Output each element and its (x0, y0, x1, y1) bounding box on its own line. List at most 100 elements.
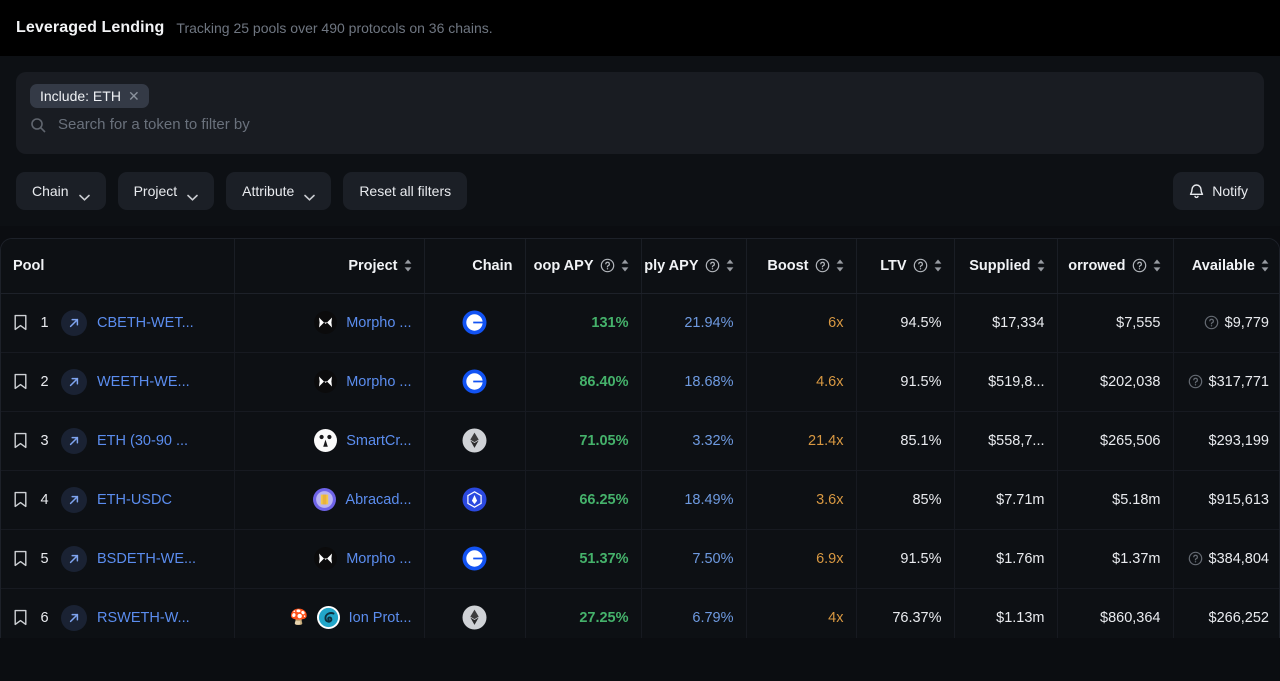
sort-icon[interactable] (934, 259, 942, 272)
sort-icon[interactable] (726, 259, 734, 272)
cell-project[interactable]: Abracad... (234, 470, 425, 530)
cell-pool[interactable]: 5 BSDETH-WE... (1, 529, 235, 589)
cell-available: $293,199 (1173, 411, 1279, 471)
table-row[interactable]: 3 ETH (30-90 ... SmartCr... 71.05% 3.32% 21.4… (1, 411, 1279, 471)
chain-filter-button[interactable]: Chain (16, 172, 106, 210)
search-input[interactable] (58, 116, 1250, 133)
pool-name-link[interactable]: CBETH-WET... (97, 315, 194, 331)
reset-all-filters-label: Reset all filters (359, 183, 452, 199)
help-icon[interactable] (1132, 258, 1147, 273)
project-name-link[interactable]: Morpho ... (346, 315, 411, 331)
pool-name-link[interactable]: WEETH-WE... (97, 374, 190, 390)
cell-ltv: 85% (856, 470, 955, 530)
column-header-chain[interactable]: Chain (424, 239, 526, 294)
table-row[interactable]: 5 BSDETH-WE... Morpho ... 51.37% 7.50% 6.9x 91… (1, 529, 1279, 589)
column-header-pool-label: Pool (13, 257, 45, 274)
column-header-supply-apy[interactable]: ply APY (641, 239, 747, 294)
chain-logo-icon (462, 605, 487, 630)
available-value: $384,804 (1208, 550, 1269, 567)
column-header-borrowed[interactable]: orrowed (1057, 239, 1174, 294)
cell-supplied: $17,334 (954, 293, 1058, 353)
sort-icon[interactable] (836, 259, 844, 272)
pool-name-link[interactable]: RSWETH-W... (97, 610, 190, 626)
column-header-available[interactable]: Available (1173, 239, 1279, 294)
cell-project[interactable]: Morpho ... (234, 293, 425, 353)
cell-borrowed: $265,506 (1057, 411, 1174, 471)
chevron-down-icon (304, 188, 316, 201)
cell-supply-apy: 3.32% (641, 411, 747, 471)
help-icon[interactable] (1188, 374, 1203, 389)
cell-borrowed: $1.37m (1057, 529, 1174, 589)
column-header-supplied[interactable]: Supplied (954, 239, 1058, 294)
table-row[interactable]: 2 WEETH-WE... Morpho ... 86.40% 18.68% 4.6x 91… (1, 352, 1279, 412)
cell-project[interactable]: SmartCr... (234, 411, 425, 471)
bookmark-icon[interactable] (13, 373, 28, 390)
cell-project[interactable]: 🍄 Ion Prot... (234, 588, 425, 638)
cell-pool[interactable]: 1 CBETH-WET... (1, 293, 235, 353)
column-header-borrowed-label: orrowed (1068, 257, 1126, 274)
column-header-supplied-label: Supplied (969, 257, 1031, 274)
column-header-project[interactable]: Project (234, 239, 425, 294)
pool-name-link[interactable]: ETH (30-90 ... (97, 433, 188, 449)
external-link-icon[interactable] (61, 309, 87, 336)
filter-chip-label: Include: ETH (40, 88, 121, 104)
table-row[interactable]: 6 RSWETH-W... 🍄 Ion Prot... 27.25% 6.79% 4x 76.… (1, 588, 1279, 638)
column-header-ltv[interactable]: LTV (856, 239, 955, 294)
external-link-icon[interactable] (61, 368, 87, 395)
close-icon[interactable]: ✕ (128, 89, 140, 103)
cell-pool[interactable]: 6 RSWETH-W... (1, 588, 235, 638)
help-icon[interactable] (1204, 315, 1219, 330)
external-link-icon[interactable] (61, 486, 87, 513)
project-filter-button[interactable]: Project (117, 172, 215, 210)
column-header-pool[interactable]: Pool (1, 239, 235, 294)
attribute-filter-button[interactable]: Attribute (226, 172, 332, 210)
cell-supplied: $1.76m (954, 529, 1058, 589)
cell-borrowed: $860,364 (1057, 588, 1174, 638)
help-icon[interactable] (705, 258, 720, 273)
pool-name-link[interactable]: ETH-USDC (97, 492, 172, 508)
bookmark-icon[interactable] (13, 432, 28, 449)
cell-chain (424, 352, 526, 412)
bookmark-icon[interactable] (13, 550, 28, 567)
filter-toolbar: Chain Project Attribute Reset all filter… (16, 172, 1264, 210)
sort-icon[interactable] (1261, 259, 1269, 272)
pool-name-link[interactable]: BSDETH-WE... (97, 551, 196, 567)
sort-icon[interactable] (621, 259, 629, 272)
help-icon[interactable] (913, 258, 928, 273)
external-link-icon[interactable] (61, 545, 87, 572)
help-icon[interactable] (815, 258, 830, 273)
filter-chip-include-eth[interactable]: Include: ETH ✕ (30, 84, 149, 108)
notify-button[interactable]: Notify (1173, 172, 1264, 210)
cell-available: $266,252 (1173, 588, 1279, 638)
cell-pool[interactable]: 2 WEETH-WE... (1, 352, 235, 412)
cell-project[interactable]: Morpho ... (234, 529, 425, 589)
help-icon[interactable] (1188, 551, 1203, 566)
column-header-loop-apy[interactable]: oop APY (525, 239, 642, 294)
pools-table-container[interactable]: Pool Project Chain oop APY ply APY Boost… (0, 238, 1280, 638)
external-link-icon[interactable] (61, 427, 87, 454)
filter-panel: Include: ETH ✕ Chain Project (0, 56, 1280, 226)
reset-all-filters-button[interactable]: Reset all filters (343, 172, 468, 210)
help-icon[interactable] (600, 258, 615, 273)
cell-pool[interactable]: 3 ETH (30-90 ... (1, 411, 235, 471)
sort-icon[interactable] (1037, 259, 1045, 272)
project-name-link[interactable]: SmartCr... (346, 433, 411, 449)
bookmark-icon[interactable] (13, 491, 28, 508)
table-row[interactable]: 4 ETH-USDC Abracad... 66.25% 18.49% 3.6x 85% $7… (1, 470, 1279, 530)
cell-pool[interactable]: 4 ETH-USDC (1, 470, 235, 530)
bookmark-icon[interactable] (13, 314, 28, 331)
table-row[interactable]: 1 CBETH-WET... Morpho ... 131% 21.94% 6x 94.5%… (1, 293, 1279, 353)
bookmark-icon[interactable] (13, 609, 28, 626)
cell-boost: 6.9x (746, 529, 857, 589)
sort-icon[interactable] (1153, 259, 1161, 272)
project-name-link[interactable]: Ion Prot... (349, 610, 412, 626)
external-link-icon[interactable] (61, 604, 87, 631)
cell-borrowed: $202,038 (1057, 352, 1174, 412)
project-name-link[interactable]: Abracad... (345, 492, 411, 508)
project-name-link[interactable]: Morpho ... (346, 374, 411, 390)
project-name-link[interactable]: Morpho ... (346, 551, 411, 567)
column-header-boost[interactable]: Boost (746, 239, 857, 294)
token-search-box[interactable]: Include: ETH ✕ (16, 72, 1264, 154)
cell-project[interactable]: Morpho ... (234, 352, 425, 412)
sort-icon[interactable] (404, 259, 412, 272)
